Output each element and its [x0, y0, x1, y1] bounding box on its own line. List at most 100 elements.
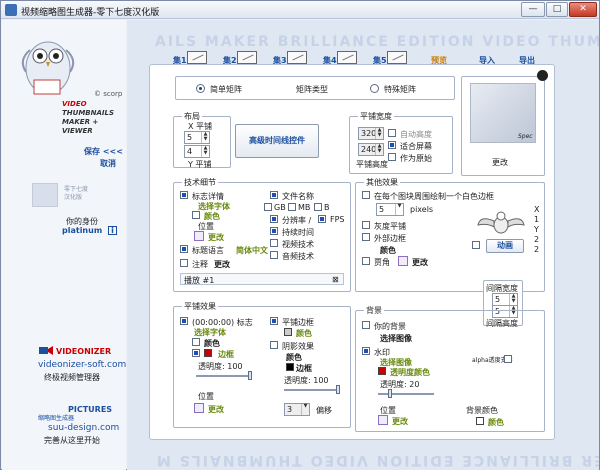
- x-tile-spinner[interactable]: 5 ▲ ▼: [184, 131, 210, 144]
- border-pixels-select[interactable]: 5 ▼: [376, 203, 404, 216]
- title-lang-checkbox[interactable]: [180, 245, 188, 253]
- wm-opacity-color[interactable]: 透明度颜色: [390, 367, 430, 378]
- shadow-opacity-thumb[interactable]: [336, 385, 340, 394]
- tile-opacity-slider[interactable]: [196, 371, 252, 380]
- border-pixels-value: 5: [379, 205, 385, 214]
- tile-opacity-thumb[interactable]: [248, 371, 252, 380]
- animate-checkbox[interactable]: [472, 241, 480, 249]
- tile-border-link[interactable]: 边框: [218, 349, 234, 360]
- resolution-checkbox[interactable]: [270, 215, 278, 223]
- x-tile-value: 5: [187, 133, 193, 142]
- step-5-box[interactable]: [387, 51, 407, 64]
- watermark-checkbox[interactable]: [362, 347, 370, 355]
- title-lang-value[interactable]: 简体中文: [236, 245, 268, 256]
- shadow-opacity-slider[interactable]: [284, 385, 340, 394]
- bg-color-swatch[interactable]: [476, 417, 484, 425]
- fps-checkbox[interactable]: [318, 215, 326, 223]
- minimize-button[interactable]: —: [521, 2, 545, 17]
- grayscale-checkbox[interactable]: [362, 221, 370, 229]
- step-2-box[interactable]: [237, 51, 257, 64]
- wm-position-change-link[interactable]: 更改: [392, 416, 408, 427]
- note-checkbox[interactable]: [180, 259, 188, 267]
- offset-select[interactable]: 3 ▼: [284, 403, 310, 416]
- audio-tech-checkbox[interactable]: [270, 251, 278, 259]
- save-link[interactable]: 保存 <<<: [84, 146, 123, 157]
- info-icon[interactable]: i: [108, 226, 117, 235]
- tile-width-arrows[interactable]: ▲ ▼: [375, 128, 383, 139]
- simple-matrix-radio[interactable]: [196, 84, 205, 93]
- videonizer-icon: [39, 346, 53, 355]
- grayscale-label: 灰度平铺: [374, 222, 406, 231]
- brand-text: VIDEO THUMBNAILS MAKER + VIEWER: [62, 100, 126, 136]
- b-checkbox[interactable]: [314, 203, 322, 211]
- your-bg-checkbox[interactable]: [362, 321, 370, 329]
- border-pixels-arrow[interactable]: ▼: [395, 204, 403, 215]
- auto-height-checkbox[interactable]: [388, 129, 396, 137]
- y-tile-spinner[interactable]: 4 ▲ ▼: [184, 145, 210, 158]
- brand-line-2: THUMBNAILS: [62, 109, 115, 117]
- step-4-box[interactable]: [337, 51, 357, 64]
- video-tech-checkbox[interactable]: [270, 239, 278, 247]
- close-button[interactable]: ✕: [569, 2, 597, 17]
- bezel-edit-icon[interactable]: [398, 256, 408, 266]
- tile-border2-swatch[interactable]: [284, 328, 292, 336]
- shadow-color[interactable]: 颜色: [286, 352, 302, 363]
- tile-width-spinner[interactable]: 320 ▲ ▼: [358, 127, 384, 140]
- tile-border2-color[interactable]: 颜色: [296, 328, 312, 339]
- tile-color-link[interactable]: 颜色: [204, 338, 220, 349]
- pictures-link[interactable]: suu-design.com: [48, 423, 119, 433]
- wm-opacity-slider[interactable]: [378, 389, 434, 398]
- duration-checkbox[interactable]: [270, 227, 278, 235]
- animate-button[interactable]: 动画: [486, 239, 524, 253]
- maximize-button[interactable]: □: [546, 2, 568, 17]
- step-3-box[interactable]: [287, 51, 307, 64]
- bezel-label: 贾角: [374, 258, 390, 267]
- tile-position-change-link[interactable]: 更改: [208, 404, 224, 415]
- step-1-box[interactable]: [187, 51, 207, 64]
- wm-opacity-thumb[interactable]: [388, 389, 392, 398]
- tile-border-color-checkbox[interactable]: [192, 349, 200, 357]
- special-matrix-radio[interactable]: [370, 84, 379, 93]
- white-border-checkbox[interactable]: [362, 191, 370, 199]
- position-edit-icon[interactable]: [194, 231, 204, 241]
- outer-border-color[interactable]: 颜色: [380, 245, 396, 256]
- tile-position-edit-icon[interactable]: [194, 403, 204, 413]
- outer-border-checkbox[interactable]: [362, 233, 370, 241]
- bg-choose-image[interactable]: 选择图像: [380, 333, 412, 344]
- tile-height-arrows[interactable]: ▲ ▼: [375, 144, 383, 155]
- shadow-swatch[interactable]: [286, 363, 294, 371]
- x-tile-arrows[interactable]: ▲ ▼: [201, 132, 209, 143]
- wm-color-swatch[interactable]: [378, 367, 386, 375]
- note-change-link[interactable]: 更改: [214, 259, 230, 270]
- wm-position-edit-icon[interactable]: [378, 415, 388, 425]
- tile-color-checkbox[interactable]: [192, 338, 200, 346]
- offset-arrow[interactable]: ▼: [301, 404, 309, 415]
- gb-checkbox[interactable]: [264, 203, 272, 211]
- as-original-checkbox[interactable]: [388, 153, 396, 161]
- tile-choose-font-link[interactable]: 选择字体: [194, 327, 226, 338]
- bg-color-link[interactable]: 颜色: [488, 417, 504, 428]
- tile-height-spinner[interactable]: 240 ▲ ▼: [358, 143, 384, 156]
- preview-change-link[interactable]: 更改: [492, 157, 508, 168]
- fit-screen-checkbox[interactable]: [388, 141, 396, 149]
- shadow-checkbox[interactable]: [270, 341, 278, 349]
- color-checkbox[interactable]: [192, 211, 200, 219]
- mb-checkbox[interactable]: [288, 203, 296, 211]
- gap-width-arrows[interactable]: ▲ ▼: [509, 294, 517, 305]
- tile-border2-checkbox[interactable]: [270, 317, 278, 325]
- offset-value: 3: [287, 405, 293, 414]
- bezel-checkbox[interactable]: [362, 257, 370, 265]
- filename-checkbox[interactable]: [270, 191, 278, 199]
- alpha-checkbox[interactable]: [504, 355, 512, 363]
- cancel-link[interactable]: 取消: [100, 158, 116, 169]
- advanced-timeline-button[interactable]: 高级时间线控件: [235, 124, 319, 158]
- logo-detail-checkbox[interactable]: [180, 191, 188, 199]
- y-tile-arrows[interactable]: ▲ ▼: [201, 146, 209, 157]
- tile-logo-checkbox[interactable]: [180, 317, 188, 325]
- shadow-border[interactable]: 边框: [296, 363, 312, 374]
- nav-next-icon[interactable]: [537, 70, 548, 81]
- videonizer-link[interactable]: videonizer-soft.com: [38, 360, 126, 370]
- bezel-change-link[interactable]: 更改: [412, 257, 428, 268]
- position-change-link[interactable]: 更改: [208, 232, 224, 243]
- tile-border-swatch[interactable]: [204, 349, 212, 357]
